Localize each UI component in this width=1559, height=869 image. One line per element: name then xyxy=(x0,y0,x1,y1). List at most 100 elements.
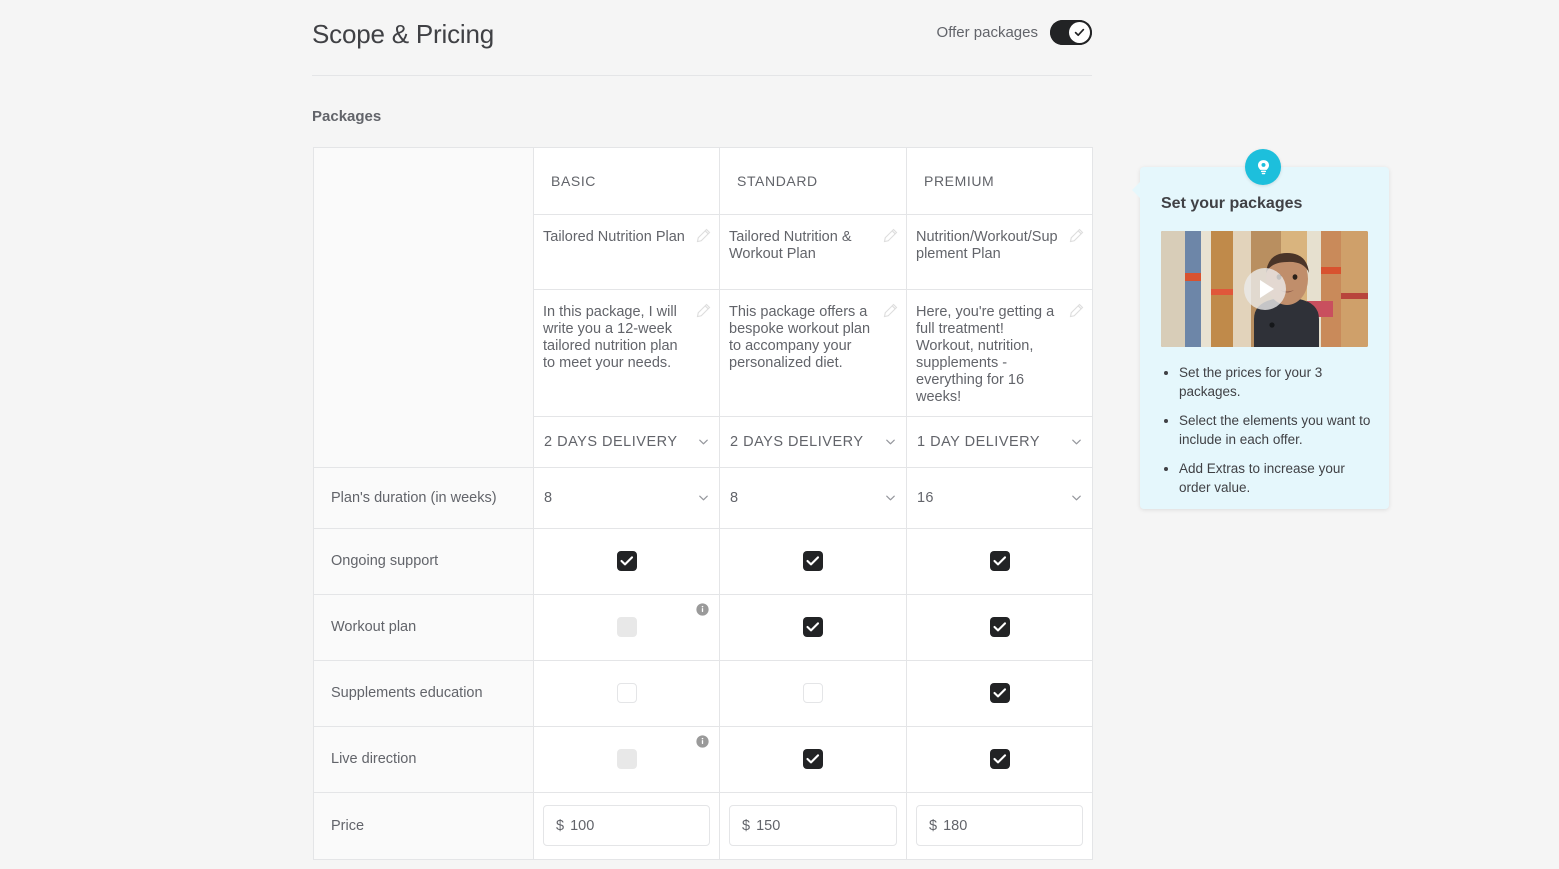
checkbox-workout-plan-standard[interactable] xyxy=(803,617,823,638)
check-icon xyxy=(806,556,820,566)
duration-select-standard[interactable]: 8 xyxy=(720,468,906,528)
row-label-workout-plan: Workout plan xyxy=(313,593,534,661)
chevron-down-icon xyxy=(886,439,895,445)
checkbox-cell-live-direction-basic xyxy=(533,725,720,793)
tip-bullet: Select the elements you want to include … xyxy=(1179,411,1373,449)
package-description-standard[interactable]: This package offers a bespoke workout pl… xyxy=(719,289,907,418)
delivery-select-standard-cell: 2 DAYS DELIVERY xyxy=(719,416,907,468)
delivery-select-premium-value: 1 DAY DELIVERY xyxy=(917,434,1041,451)
duration-select-premium[interactable]: 16 xyxy=(907,468,1092,528)
info-icon[interactable] xyxy=(696,735,709,748)
price-cell-standard: $ 150 xyxy=(719,791,907,861)
chevron-down-icon xyxy=(1072,495,1081,501)
package-title-basic[interactable]: Tailored Nutrition Plan xyxy=(533,214,720,291)
check-icon xyxy=(992,556,1006,566)
checkbox-live-direction-standard[interactable] xyxy=(803,749,823,770)
checkbox-ongoing-support-premium[interactable] xyxy=(989,551,1010,572)
feature-row-live-direction: Live direction xyxy=(313,725,1093,793)
package-description-premium-text: Here, you're getting a full treatment! W… xyxy=(916,304,1059,406)
checkbox-workout-plan-premium[interactable] xyxy=(989,617,1010,638)
delivery-select-basic-value: 2 DAYS DELIVERY xyxy=(544,434,678,451)
edit-pencil-icon[interactable] xyxy=(696,228,711,243)
price-input-standard-value: 150 xyxy=(756,817,781,834)
package-title-standard-text: Tailored Nutrition & Workout Plan xyxy=(729,229,856,263)
checkbox-supplements-education-basic[interactable] xyxy=(616,683,637,704)
check-icon xyxy=(992,622,1006,632)
checkbox-cell-supplements-education-premium xyxy=(906,659,1093,727)
row-label-ongoing-support: Ongoing support xyxy=(313,527,534,595)
package-title-premium[interactable]: Nutrition/Workout/Supplement Plan xyxy=(906,214,1093,291)
delivery-select-premium[interactable]: 1 DAY DELIVERY xyxy=(907,417,1092,467)
offer-packages-control: Offer packages xyxy=(937,20,1092,45)
checkbox-supplements-education-standard[interactable] xyxy=(803,683,823,704)
page-header: Scope & Pricing Offer packages xyxy=(312,0,1092,76)
delivery-select-standard[interactable]: 2 DAYS DELIVERY xyxy=(720,417,906,467)
price-input-standard[interactable]: $ 150 xyxy=(729,805,897,847)
edit-pencil-icon[interactable] xyxy=(1069,228,1084,243)
checkbox-cell-ongoing-support-standard xyxy=(719,527,907,595)
checkbox-ongoing-support-basic[interactable] xyxy=(616,551,637,572)
price-cell-premium: $ 180 xyxy=(906,791,1093,861)
row-label-price: Price xyxy=(313,791,534,861)
package-description-standard-text: This package offers a bespoke workout pl… xyxy=(729,304,875,372)
package-title-basic-text: Tailored Nutrition Plan xyxy=(543,229,685,246)
packages-table: BASIC STANDARD PREMIUM Tailored Nutritio… xyxy=(313,146,1093,861)
checkbox-live-direction-premium[interactable] xyxy=(989,749,1010,770)
check-icon xyxy=(992,688,1006,698)
checkbox-cell-workout-plan-basic xyxy=(533,593,720,661)
tip-card: Set your packages • Set the prices for y… xyxy=(1132,167,1389,509)
delivery-select-premium-cell: 1 DAY DELIVERY xyxy=(906,416,1093,468)
delivery-select-basic[interactable]: 2 DAYS DELIVERY xyxy=(534,417,719,467)
checkbox-cell-live-direction-standard xyxy=(719,725,907,793)
chevron-down-icon xyxy=(699,495,708,501)
scope-and-pricing-page: Scope & Pricing Offer packages Packages … xyxy=(0,0,1559,869)
duration-select-premium-value: 16 xyxy=(917,489,934,506)
checkbox-cell-workout-plan-premium xyxy=(906,593,1093,661)
checkbox-cell-live-direction-premium xyxy=(906,725,1093,793)
price-input-premium-value: 180 xyxy=(943,817,968,834)
currency-symbol: $ xyxy=(742,817,751,834)
column-header-premium: PREMIUM xyxy=(906,146,1093,216)
price-input-premium[interactable]: $ 180 xyxy=(916,805,1083,847)
feature-row-supplements-education: Supplements education xyxy=(313,659,1093,727)
checkbox-ongoing-support-standard[interactable] xyxy=(803,551,823,572)
duration-row: Plan's duration (in weeks) 8 8 16 xyxy=(313,466,1093,529)
lightbulb-glyph xyxy=(1257,159,1269,174)
play-icon[interactable] xyxy=(1243,268,1286,310)
tip-video-thumbnail[interactable] xyxy=(1161,231,1368,347)
edit-pencil-icon[interactable] xyxy=(883,303,898,318)
toggle-knob xyxy=(1069,22,1090,43)
row-label-live-direction: Live direction xyxy=(313,725,534,793)
chevron-down-icon xyxy=(886,495,895,501)
price-row: Price $ 100 $ 150 $ 180 xyxy=(313,791,1093,861)
duration-select-standard-cell: 8 xyxy=(719,466,907,529)
checkbox-cell-supplements-education-standard xyxy=(719,659,907,727)
package-title-premium-text: Nutrition/Workout/Supplement Plan xyxy=(916,229,1058,263)
package-description-basic-text: In this package, I will write you a 12-w… xyxy=(543,304,682,372)
duration-select-basic-value: 8 xyxy=(544,489,553,506)
currency-symbol: $ xyxy=(556,817,565,834)
checkbox-cell-supplements-education-basic xyxy=(533,659,720,727)
row-label-duration: Plan's duration (in weeks) xyxy=(313,466,534,529)
package-description-premium[interactable]: Here, you're getting a full treatment! W… xyxy=(906,289,1093,418)
column-header-basic: BASIC xyxy=(533,146,720,216)
table-header-row: BASIC STANDARD PREMIUM xyxy=(313,146,1093,468)
package-title-standard[interactable]: Tailored Nutrition & Workout Plan xyxy=(719,214,907,291)
feature-row-workout-plan: Workout plan xyxy=(313,593,1093,661)
edit-pencil-icon[interactable] xyxy=(1069,303,1084,318)
tip-bullet: Add Extras to increase your order value. xyxy=(1179,459,1373,497)
price-input-basic[interactable]: $ 100 xyxy=(543,805,710,847)
edit-pencil-icon[interactable] xyxy=(883,228,898,243)
header-spacer-cell xyxy=(313,147,534,468)
column-header-standard: STANDARD xyxy=(719,146,907,216)
info-icon[interactable] xyxy=(696,603,709,616)
lightbulb-icon xyxy=(1245,149,1281,185)
package-description-basic[interactable]: In this package, I will write you a 12-w… xyxy=(533,289,720,418)
edit-pencil-icon[interactable] xyxy=(696,303,711,318)
offer-packages-toggle[interactable] xyxy=(1050,20,1092,45)
tip-bullet-list: Set the prices for your 3 packages. Sele… xyxy=(1161,363,1373,507)
duration-select-standard-value: 8 xyxy=(730,489,739,506)
duration-select-basic[interactable]: 8 xyxy=(534,468,719,528)
delivery-select-basic-cell: 2 DAYS DELIVERY xyxy=(533,416,720,468)
checkbox-supplements-education-premium[interactable] xyxy=(989,683,1010,704)
